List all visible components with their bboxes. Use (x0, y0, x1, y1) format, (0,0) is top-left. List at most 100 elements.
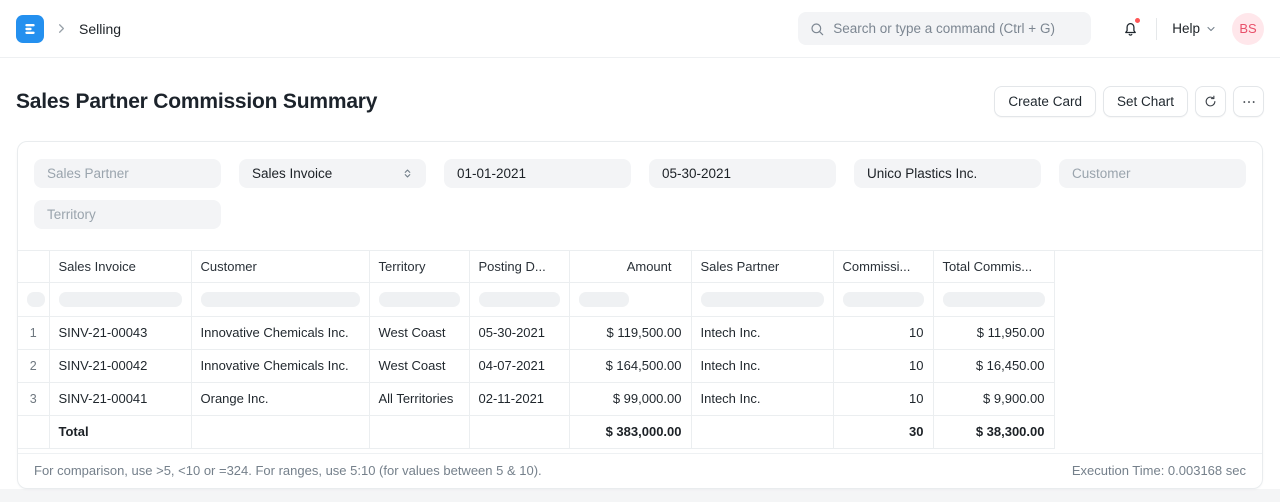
filter-cell[interactable] (569, 282, 691, 316)
total-amount: $ 383,000.00 (569, 415, 691, 448)
filter-cell[interactable] (18, 282, 49, 316)
filter-cell[interactable] (191, 282, 369, 316)
filter-cell[interactable] (933, 282, 1054, 316)
table-filter-row (18, 282, 1054, 316)
table-row: 2 SINV-21-00042 Innovative Chemicals Inc… (18, 349, 1054, 382)
column-header-commission[interactable]: Commissi... (833, 251, 933, 282)
cell-commission[interactable]: 10 (833, 382, 933, 415)
column-header-territory[interactable]: Territory (369, 251, 469, 282)
filter-cell[interactable] (469, 282, 569, 316)
from-date-input[interactable] (444, 159, 631, 188)
cell-amount[interactable]: $ 119,500.00 (569, 316, 691, 349)
chevron-right-icon (54, 21, 69, 36)
report-footer: For comparison, use >5, <10 or =324. For… (18, 453, 1262, 488)
cell-commission[interactable]: 10 (833, 316, 933, 349)
cell-amount[interactable]: $ 99,000.00 (569, 382, 691, 415)
territory-filter (34, 200, 221, 229)
help-label: Help (1172, 21, 1200, 36)
cell-customer[interactable]: Orange Inc. (191, 382, 369, 415)
column-header-posting-date[interactable]: Posting D... (469, 251, 569, 282)
cell-total-commission[interactable]: $ 11,950.00 (933, 316, 1054, 349)
row-number: 2 (18, 349, 49, 382)
set-chart-button[interactable]: Set Chart (1103, 86, 1188, 117)
cell-territory[interactable]: West Coast (369, 316, 469, 349)
column-header-amount[interactable]: Amount (569, 251, 691, 282)
notifications-button[interactable] (1117, 16, 1143, 42)
cell-total-commission[interactable]: $ 9,900.00 (933, 382, 1054, 415)
column-header-total-commission[interactable]: Total Commis... (933, 251, 1054, 282)
page-content: Sales Partner Commission Summary Create … (0, 58, 1280, 489)
sales-partner-input[interactable] (34, 159, 221, 188)
cell-posting-date[interactable]: 02-11-2021 (469, 382, 569, 415)
navbar: Selling Search or type a command (Ctrl +… (0, 0, 1280, 58)
company-filter (854, 159, 1041, 188)
total-customer (191, 415, 369, 448)
user-avatar[interactable]: BS (1232, 13, 1264, 45)
filter-cell[interactable] (691, 282, 833, 316)
to-date-input[interactable] (649, 159, 836, 188)
cell-sales-partner[interactable]: Intech Inc. (691, 316, 833, 349)
page-title: Sales Partner Commission Summary (16, 90, 377, 114)
total-commission: 30 (833, 415, 933, 448)
cell-sales-invoice[interactable]: SINV-21-00042 (49, 349, 191, 382)
total-label: Total (49, 415, 191, 448)
breadcrumb-selling-link[interactable]: Selling (79, 21, 121, 37)
column-header-sales-invoice[interactable]: Sales Invoice (49, 251, 191, 282)
row-number (18, 415, 49, 448)
from-date-filter (444, 159, 631, 188)
table-header-row: Sales Invoice Customer Territory Posting… (18, 251, 1054, 282)
customer-input[interactable] (1059, 159, 1246, 188)
cell-territory[interactable]: All Territories (369, 382, 469, 415)
cell-sales-partner[interactable]: Intech Inc. (691, 349, 833, 382)
filter-cell[interactable] (49, 282, 191, 316)
cell-total-commission[interactable]: $ 16,450.00 (933, 349, 1054, 382)
doctype-select[interactable]: Sales Invoice (239, 159, 426, 188)
ellipsis-icon (1241, 94, 1257, 110)
table-row: 1 SINV-21-00043 Innovative Chemicals Inc… (18, 316, 1054, 349)
global-search-input[interactable]: Search or type a command (Ctrl + G) (798, 12, 1091, 45)
select-updown-icon (402, 168, 413, 179)
cell-commission[interactable]: 10 (833, 349, 933, 382)
filter-row-1: Sales Invoice (34, 159, 1246, 188)
total-total-commission: $ 38,300.00 (933, 415, 1054, 448)
cell-territory[interactable]: West Coast (369, 349, 469, 382)
customer-filter (1059, 159, 1246, 188)
navbar-divider (1156, 18, 1157, 40)
row-number-header (18, 251, 49, 282)
cell-posting-date[interactable]: 05-30-2021 (469, 316, 569, 349)
filter-hint-text: For comparison, use >5, <10 or =324. For… (34, 463, 542, 478)
filter-row-2 (34, 200, 1246, 229)
cell-posting-date[interactable]: 04-07-2021 (469, 349, 569, 382)
cell-amount[interactable]: $ 164,500.00 (569, 349, 691, 382)
doctype-select-value: Sales Invoice (252, 166, 332, 181)
total-posting-date (469, 415, 569, 448)
create-card-button[interactable]: Create Card (994, 86, 1096, 117)
report-datatable: Sales Invoice Customer Territory Posting… (18, 250, 1262, 449)
doctype-filter: Sales Invoice (239, 159, 426, 188)
cell-sales-invoice[interactable]: SINV-21-00043 (49, 316, 191, 349)
refresh-icon (1203, 94, 1218, 109)
cell-sales-invoice[interactable]: SINV-21-00041 (49, 382, 191, 415)
column-header-customer[interactable]: Customer (191, 251, 369, 282)
column-header-sales-partner[interactable]: Sales Partner (691, 251, 833, 282)
breadcrumb: Selling (16, 15, 121, 43)
filter-cell[interactable] (833, 282, 933, 316)
help-menu-button[interactable]: Help (1170, 17, 1219, 40)
territory-input[interactable] (34, 200, 221, 229)
report-filters: Sales Invoice (18, 142, 1262, 250)
total-sales-partner (691, 415, 833, 448)
company-input[interactable] (854, 159, 1041, 188)
search-icon (809, 21, 825, 37)
refresh-button[interactable] (1195, 86, 1226, 117)
row-number: 1 (18, 316, 49, 349)
table-total-row: Total $ 383,000.00 30 $ 38,300.00 (18, 415, 1054, 448)
cell-customer[interactable]: Innovative Chemicals Inc. (191, 349, 369, 382)
page-header: Sales Partner Commission Summary Create … (0, 58, 1280, 141)
report-card: Sales Invoice (17, 141, 1263, 489)
cell-sales-partner[interactable]: Intech Inc. (691, 382, 833, 415)
filter-cell[interactable] (369, 282, 469, 316)
cell-customer[interactable]: Innovative Chemicals Inc. (191, 316, 369, 349)
more-menu-button[interactable] (1233, 86, 1264, 117)
sales-partner-filter (34, 159, 221, 188)
app-logo[interactable] (16, 15, 44, 43)
